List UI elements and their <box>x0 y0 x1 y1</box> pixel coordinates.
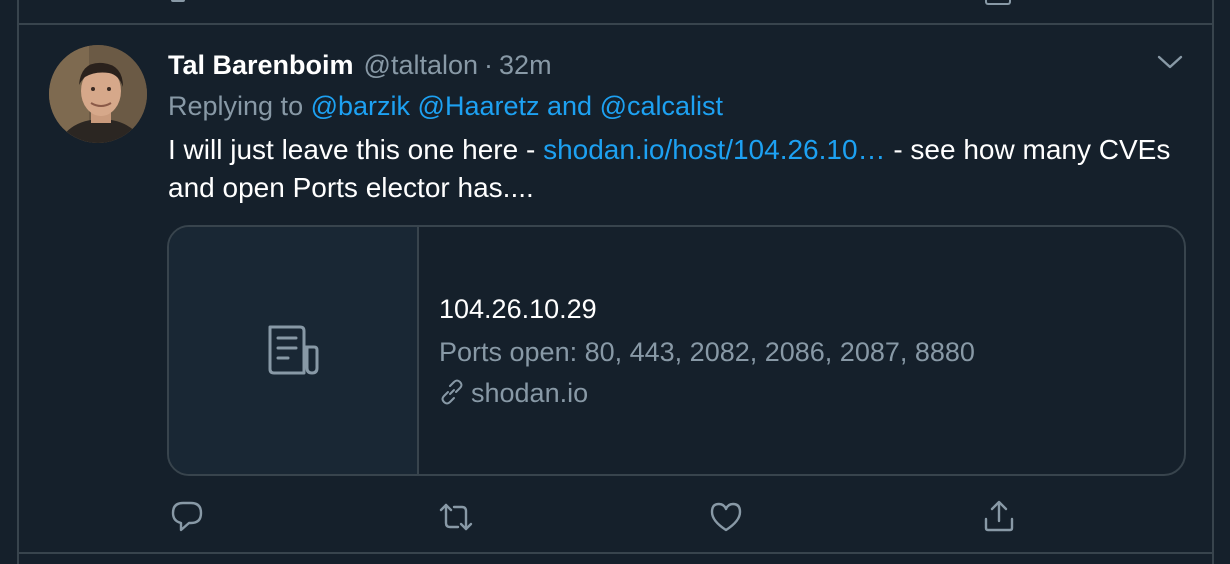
timeline-left-border <box>17 0 19 564</box>
previous-tweet-reply-icon-stub <box>171 0 185 2</box>
document-icon <box>268 325 319 375</box>
tweet-header: Tal Barenboim @taltalon · 32m <box>168 48 552 82</box>
tweet-timestamp[interactable]: 32m <box>499 50 552 80</box>
tweet-text: I will just leave this one here - shodan… <box>168 131 1198 207</box>
retweet-icon[interactable] <box>438 499 474 535</box>
display-name[interactable]: Tal Barenboim <box>168 50 354 80</box>
reply-icon[interactable] <box>169 499 205 535</box>
link-preview-card[interactable]: 104.26.10.29 Ports open: 80, 443, 2082, … <box>167 225 1186 476</box>
share-icon[interactable] <box>981 499 1017 535</box>
tweet-link[interactable]: shodan.io/host/104.26.10… <box>543 134 885 165</box>
user-handle[interactable]: @taltalon <box>364 50 478 80</box>
link-icon <box>441 379 463 405</box>
replying-to-label: Replying to <box>168 91 311 121</box>
card-title: 104.26.10.29 <box>439 294 597 324</box>
tweet-timeline: Tal Barenboim @taltalon · 32m Replying to @… <box>0 0 1230 564</box>
replying-and[interactable]: and <box>540 91 600 121</box>
heart-icon[interactable] <box>708 499 744 535</box>
tweet-divider-top <box>17 23 1214 25</box>
previous-tweet-share-icon-stub <box>985 0 1011 5</box>
more-options-chevron-icon[interactable] <box>1156 50 1184 74</box>
card-domain: shodan.io <box>439 376 588 410</box>
timeline-right-border <box>1212 0 1214 564</box>
mention-haaretz[interactable]: @Haaretz <box>418 91 540 121</box>
replying-to-line: Replying to @barzik @Haaretz and @calcal… <box>168 89 723 123</box>
card-thumbnail <box>169 227 419 474</box>
avatar[interactable] <box>49 45 147 143</box>
mention-calcalist[interactable]: @calcalist <box>600 91 723 121</box>
card-description: Ports open: 80, 443, 2082, 2086, 2087, 8… <box>439 337 975 367</box>
mention-barzik[interactable]: @barzik <box>311 91 410 121</box>
separator-dot: · <box>484 50 494 80</box>
tweet-divider-bottom <box>17 552 1214 554</box>
card-domain-text: shodan.io <box>471 378 589 408</box>
tweet-text-before-link: I will just leave this one here - <box>168 134 544 165</box>
